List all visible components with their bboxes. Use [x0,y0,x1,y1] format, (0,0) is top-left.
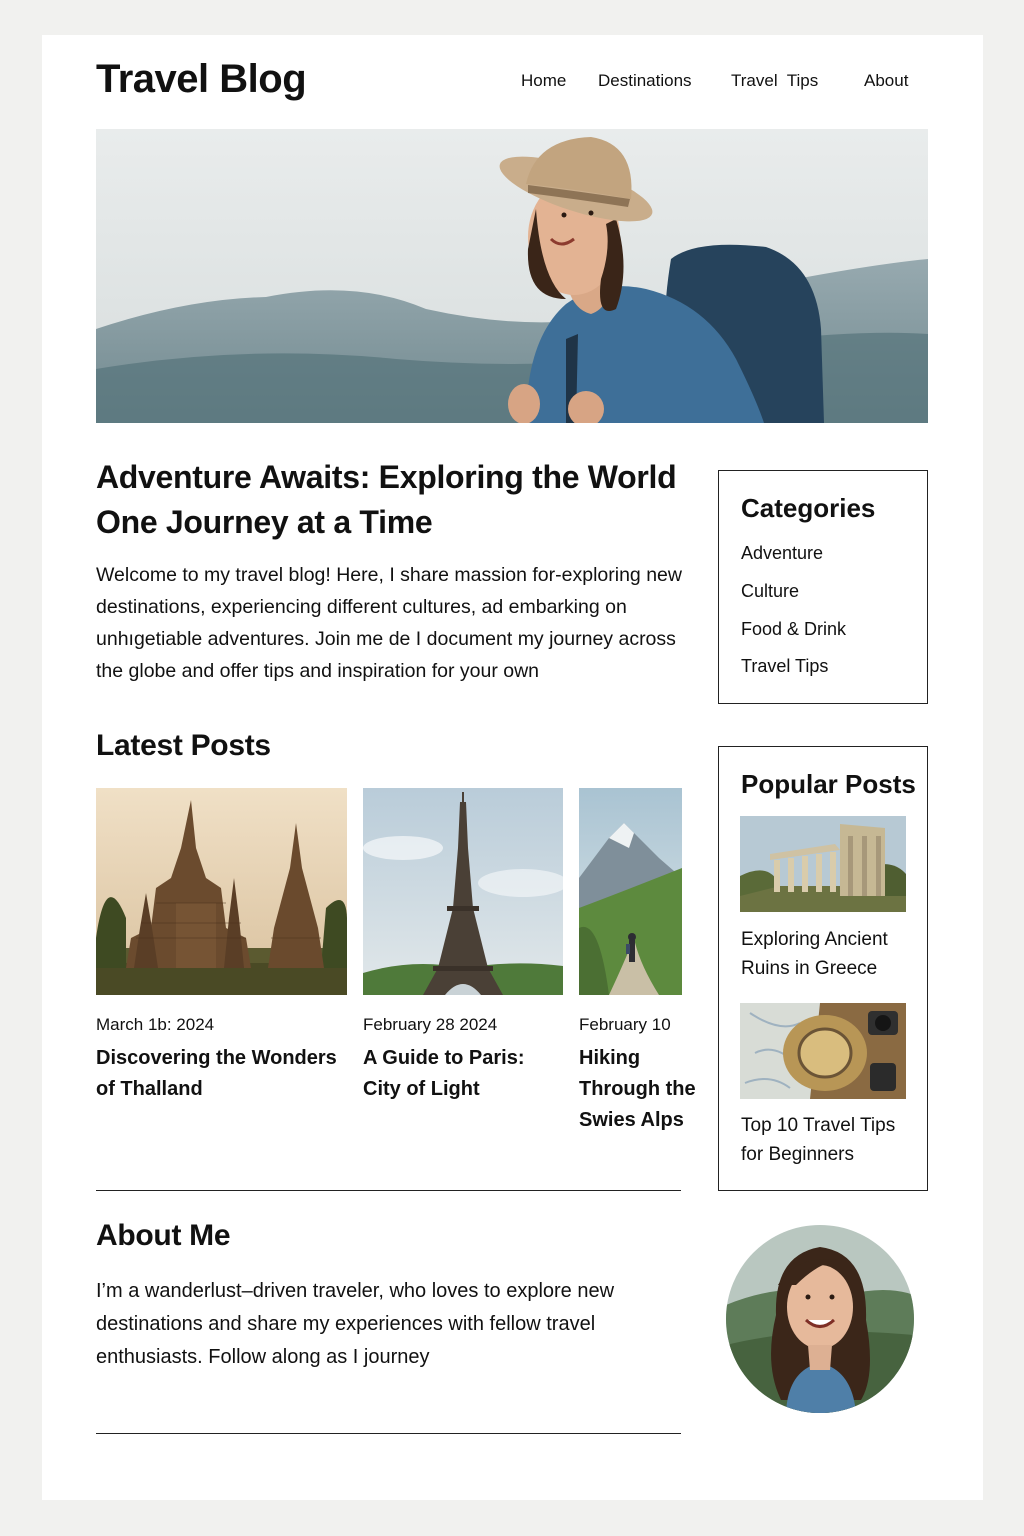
nav-home[interactable]: Home [521,71,566,91]
post-3-title[interactable]: Hiking Through the Swies Alps [579,1043,704,1136]
latest-posts-heading: Latest Posts [96,729,271,762]
post-1-title[interactable]: Discovering the Wonders of Thalland [96,1043,346,1105]
post-1-date: March 1b: 2024 [96,1015,215,1034]
page: Travel Blog Home Destinations Travel Tip… [42,35,983,1500]
popular-post-2-image[interactable] [740,1003,906,1099]
popular-post-1-title[interactable]: Exploring Ancient Ruins in Greece [741,925,911,983]
categories-heading: Categories [741,493,876,523]
post-2-title[interactable]: A Guide to Paris: City of Light [363,1043,553,1105]
popular-posts-heading: Popular Posts [741,769,916,799]
nav-destinations[interactable]: Destinations [598,71,692,91]
post-1-image[interactable] [96,788,347,995]
nav-travel-tips[interactable]: Travel Tips [731,71,818,91]
author-avatar [726,1225,914,1413]
post-2-date: February 28 2024 [363,1015,498,1034]
intro-title: Adventure Awaits: Exploring the World On… [96,459,677,540]
category-culture[interactable]: Culture [741,581,799,602]
post-2-image[interactable] [363,788,563,995]
about-text: I’m a wanderlust–driven traveler, who lo… [96,1280,615,1368]
popular-post-2-title[interactable]: Top 10 Travel Tips for Beginners [741,1111,911,1169]
intro-text: Welcome to my travel blog! Here, I share… [96,564,682,682]
category-food-drink[interactable]: Food & Drink [741,619,846,640]
categories-box: Categories Adventure Culture Food & Drin… [718,470,928,704]
divider-2 [96,1433,681,1434]
category-adventure[interactable]: Adventure [741,543,823,564]
popular-posts-box: Popular Posts Exploring Ancient Ruins in… [718,746,928,1191]
post-3-image[interactable] [579,788,682,995]
popular-post-1-image[interactable] [740,816,906,912]
site-title[interactable]: Travel Blog [96,57,307,102]
divider-1 [96,1190,681,1191]
category-travel-tips[interactable]: Travel Tips [741,656,828,677]
post-3-date: February 10 [579,1015,671,1034]
about-heading: About Me [96,1219,231,1252]
hero-image [96,129,928,423]
nav-about[interactable]: About [864,71,908,91]
